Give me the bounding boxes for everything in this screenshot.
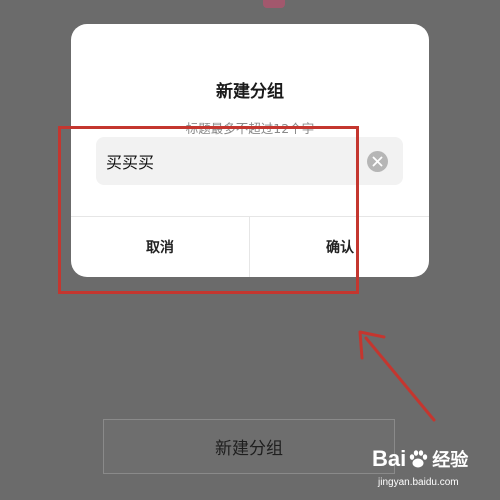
baidu-jingyan-watermark: Bai 经验 jingyan.baidu.com (372, 443, 492, 493)
new-group-button[interactable]: 新建分组 (103, 419, 395, 474)
annotation-arrow (358, 330, 436, 422)
watermark-url: jingyan.baidu.com (378, 477, 459, 488)
dialog-title: 新建分组 (216, 82, 284, 102)
watermark-logo-suffix: 经验 (432, 450, 469, 471)
watermark-logo-prefix: Bai (372, 446, 407, 471)
clear-input-button[interactable] (367, 151, 388, 172)
annotation-highlight-box (58, 126, 359, 294)
watermark-logo: Bai 经验 (372, 443, 492, 475)
background-accent (263, 0, 285, 8)
paw-icon (410, 450, 428, 468)
clear-icon (372, 156, 383, 167)
